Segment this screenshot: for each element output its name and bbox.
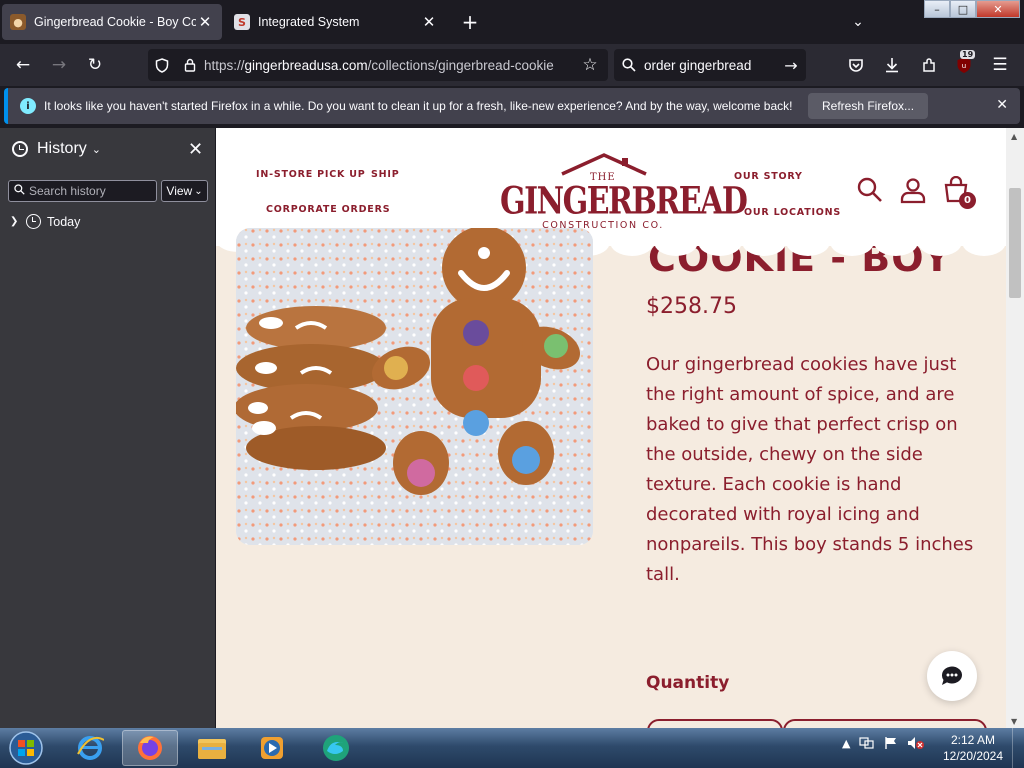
search-bar[interactable]: order gingerbread → — [614, 49, 806, 81]
info-icon: i — [20, 98, 36, 114]
gingerbread-cookies-image — [236, 228, 593, 545]
extension-badge: 19 — [960, 50, 976, 59]
maximize-button[interactable]: □ — [950, 0, 976, 18]
search-icon — [614, 58, 644, 72]
notification-message: It looks like you haven't started Firefo… — [44, 99, 793, 113]
clock-time: 2:12 AM — [950, 733, 996, 747]
refresh-firefox-button[interactable]: Refresh Firefox... — [808, 93, 929, 119]
web-page: COOKIE - BOY IN-STORE PICK UP SHIP CORPO… — [216, 128, 1006, 728]
close-tab-icon[interactable]: ✕ — [420, 13, 438, 31]
chat-bubble-icon — [941, 666, 962, 685]
internet-explorer-icon[interactable] — [62, 730, 118, 766]
show-hidden-icons-icon[interactable]: ▲ — [842, 737, 850, 750]
taskbar-clock[interactable]: 2:12 AM 12/20/2024 — [940, 732, 1006, 764]
address-bar[interactable]: https://gingerbreadusa.com/collections/g… — [148, 49, 608, 81]
chevron-down-icon: ⌄ — [91, 143, 101, 156]
history-group-label: Today — [47, 214, 81, 229]
nav-our-locations[interactable]: OUR LOCATIONS — [744, 207, 841, 218]
quantity-stepper[interactable] — [647, 719, 783, 728]
pocket-icon[interactable] — [844, 53, 868, 77]
gingerbread-favicon-icon: ● — [10, 14, 26, 30]
history-search-input[interactable] — [29, 184, 149, 198]
expand-twisty-icon[interactable]: ❯ — [10, 216, 22, 227]
url-text[interactable]: https://gingerbreadusa.com/collections/g… — [204, 58, 572, 73]
downloads-icon[interactable] — [880, 53, 904, 77]
volume-muted-icon[interactable] — [907, 736, 925, 750]
close-sidebar-icon[interactable]: ✕ — [188, 139, 203, 160]
view-label: View — [166, 184, 193, 198]
edge-browser-icon[interactable] — [308, 730, 364, 766]
extensions-icon[interactable] — [917, 53, 941, 77]
tab-title: Gingerbread Cookie - Boy Cookie — [34, 15, 196, 29]
url-host: gingerbreadusa.com — [244, 57, 368, 73]
search-query: order gingerbread — [644, 57, 752, 73]
search-icon[interactable] — [856, 176, 884, 204]
refresh-firefox-notification: i It looks like you haven't started Fire… — [4, 88, 1020, 124]
history-clock-icon — [12, 141, 28, 157]
list-all-tabs-button[interactable]: ⌄ — [848, 10, 868, 34]
svg-text:u: u — [962, 62, 966, 70]
product-description: Our gingerbread cookies have just the ri… — [646, 354, 974, 585]
url-prefix: https:// — [204, 57, 245, 73]
account-icon[interactable] — [899, 176, 927, 204]
window-controls: – □ ✕ — [924, 0, 1020, 18]
add-to-cart-button[interactable] — [783, 719, 987, 728]
url-path: /collections/gingerbread-cookie — [367, 57, 554, 73]
close-notification-icon[interactable]: ✕ — [996, 97, 1008, 113]
reload-icon[interactable]: ↻ — [82, 52, 108, 78]
product-image[interactable] — [236, 228, 593, 545]
logo-name: GINGERBREAD — [500, 179, 748, 224]
file-explorer-icon[interactable] — [184, 730, 240, 766]
history-sidebar: History ⌄ ✕ View ⌄ ❯ Today — [0, 128, 216, 728]
scrollbar-thumb[interactable] — [1009, 188, 1021, 298]
back-arrow-icon[interactable]: ← — [10, 52, 36, 78]
nav-ship[interactable]: SHIP — [371, 169, 400, 180]
network-icon[interactable] — [859, 736, 875, 750]
forward-arrow-icon[interactable]: → — [46, 52, 72, 78]
media-player-icon[interactable] — [244, 730, 300, 766]
history-group-today[interactable]: ❯ Today — [10, 214, 80, 229]
page-scrollbar[interactable]: ▲ ▼ — [1006, 128, 1024, 728]
shield-icon[interactable] — [148, 57, 176, 73]
cart-count-badge: 0 — [959, 192, 976, 209]
scroll-up-arrow-icon[interactable]: ▲ — [1011, 132, 1017, 141]
search-icon — [9, 184, 29, 198]
scroll-down-arrow-icon[interactable]: ▼ — [1011, 717, 1017, 726]
close-tab-icon[interactable]: ✕ — [196, 13, 214, 31]
nav-corporate-orders[interactable]: CORPORATE ORDERS — [266, 204, 390, 215]
chevron-down-icon: ⌄ — [194, 185, 203, 197]
menu-hamburger-icon[interactable]: ☰ — [988, 53, 1012, 77]
chat-widget-button[interactable] — [927, 651, 977, 701]
history-clock-icon — [26, 214, 41, 229]
close-window-button[interactable]: ✕ — [976, 0, 1020, 18]
quantity-label: Quantity — [646, 673, 730, 693]
clock-date: 12/20/2024 — [942, 749, 1004, 763]
tab-gingerbread[interactable]: ● Gingerbread Cookie - Boy Cookie ✕ — [2, 4, 222, 40]
windows-taskbar: ▲ 2:12 AM 12/20/2024 — [0, 728, 1024, 768]
integrated-system-favicon-icon: S — [234, 14, 250, 30]
sidebar-title: History — [37, 140, 87, 157]
lock-icon[interactable] — [176, 58, 204, 72]
minimize-button[interactable]: – — [924, 0, 950, 18]
action-center-flag-icon[interactable] — [884, 736, 898, 750]
system-tray: ▲ — [842, 736, 925, 750]
tab-integrated-system[interactable]: S Integrated System ✕ — [226, 4, 446, 40]
navigation-toolbar: ← → ↻ https://gingerbreadusa.com/collect… — [0, 44, 1024, 86]
view-menu-button[interactable]: View ⌄ — [161, 180, 208, 202]
windows-start-button[interactable] — [4, 729, 48, 767]
go-arrow-icon[interactable]: → — [776, 56, 806, 75]
tab-strip: ● Gingerbread Cookie - Boy Cookie ✕ S In… — [0, 0, 1024, 44]
site-logo[interactable]: THE GINGERBREAD CONSTRUCTION CO. — [500, 150, 748, 236]
show-desktop-button[interactable] — [1012, 728, 1024, 768]
firefox-taskbar-icon[interactable] — [122, 730, 178, 766]
bookmark-star-icon[interactable]: ☆ — [572, 55, 608, 75]
nav-in-store-pickup[interactable]: IN-STORE PICK UP — [256, 169, 366, 180]
sidebar-switcher[interactable]: History ⌄ — [12, 140, 101, 158]
product-price: $258.75 — [646, 294, 737, 319]
new-tab-button[interactable]: + — [458, 10, 482, 34]
tab-title: Integrated System — [258, 15, 360, 29]
history-search-box[interactable] — [8, 180, 157, 202]
